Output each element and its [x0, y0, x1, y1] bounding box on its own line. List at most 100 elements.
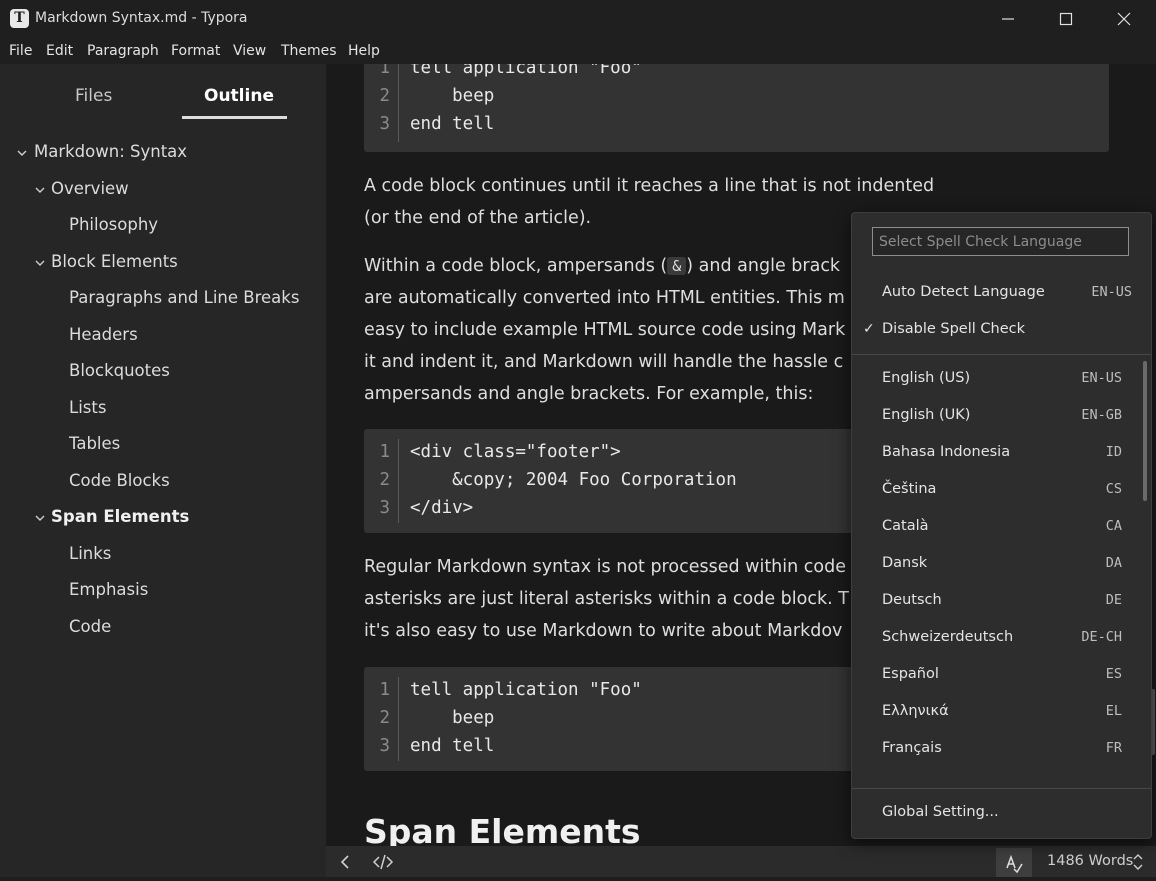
paragraph-line: ampersands and angle brackets. For examp…	[364, 384, 814, 404]
paragraph-line: Regular Markdown syntax is not processed…	[364, 557, 846, 577]
menu-paragraph[interactable]: Paragraph	[87, 43, 159, 59]
tab-outline[interactable]: Outline	[204, 86, 274, 106]
tab-files[interactable]: Files	[75, 86, 112, 106]
outline-item-headers[interactable]: Headers	[69, 325, 138, 344]
menu-format[interactable]: Format	[171, 43, 220, 59]
outline-item-overview[interactable]: Overview	[51, 179, 129, 198]
outline-item-block-elements[interactable]: Block Elements	[51, 252, 178, 271]
outline-item-philosophy[interactable]: Philosophy	[69, 215, 158, 234]
language-item-ca[interactable]: Català CA	[852, 510, 1151, 547]
menu-view[interactable]: View	[233, 43, 266, 59]
line-number: 2	[379, 708, 390, 728]
minimize-button[interactable]	[979, 0, 1037, 38]
outline-item-paragraphs[interactable]: Paragraphs and Line Breaks	[69, 288, 299, 307]
maximize-button[interactable]	[1037, 0, 1095, 38]
menu-divider	[852, 788, 1151, 789]
language-label: Deutsch	[882, 592, 942, 608]
language-item-es[interactable]: Español ES	[852, 658, 1151, 695]
code-line: beep	[410, 86, 495, 106]
close-button[interactable]	[1095, 0, 1153, 38]
menu-divider	[852, 354, 1151, 355]
chevron-down-icon[interactable]	[35, 258, 45, 268]
outline-item-blockquotes[interactable]: Blockquotes	[69, 361, 170, 380]
language-item-fr[interactable]: Français FR	[852, 732, 1151, 769]
outline-item-emphasis[interactable]: Emphasis	[69, 580, 148, 599]
language-label: Schweizerdeutsch	[882, 629, 1014, 645]
line-number: 2	[379, 86, 390, 106]
language-item-id[interactable]: Bahasa Indonesia ID	[852, 436, 1151, 473]
paragraph-line: (or the end of the article).	[364, 208, 592, 228]
maximize-icon	[1059, 12, 1073, 26]
line-number: 3	[379, 736, 390, 756]
active-tab-indicator	[182, 116, 287, 119]
line-number: 1	[379, 680, 390, 700]
source-code-icon[interactable]	[372, 846, 394, 877]
language-label: Español	[882, 666, 939, 682]
close-icon	[1117, 12, 1131, 26]
language-label: Français	[882, 740, 942, 756]
language-item-en-gb[interactable]: English (UK) EN-GB	[852, 399, 1151, 436]
paragraph-line: it's also easy to use Markdown to write …	[364, 621, 843, 641]
language-code: DA	[1105, 555, 1122, 571]
menu-item-disable-spellcheck[interactable]: ✓ Disable Spell Check	[852, 313, 1151, 350]
chevron-down-icon[interactable]	[17, 148, 27, 158]
line-number: 2	[379, 470, 390, 490]
code-line: tell application "Foo"	[410, 680, 642, 700]
language-item-de[interactable]: Deutsch DE	[852, 584, 1151, 621]
language-item-en-us[interactable]: English (US) EN-US	[852, 362, 1151, 399]
code-line: <div class="footer">	[410, 442, 621, 462]
outline-item-markdown-syntax[interactable]: Markdown: Syntax	[34, 142, 187, 161]
language-code: DE	[1105, 592, 1122, 608]
sidebar: Files Outline Markdown: Syntax Overview …	[0, 64, 326, 877]
inline-code: &	[667, 257, 687, 275]
menu-item-label: Disable Spell Check	[882, 321, 1025, 337]
language-code: CA	[1105, 518, 1122, 534]
language-label: Čeština	[882, 481, 937, 497]
language-code: EN-US	[1081, 370, 1122, 386]
menu-themes[interactable]: Themes	[281, 43, 337, 59]
outline-item-code-blocks[interactable]: Code Blocks	[69, 471, 170, 490]
outline-item-code[interactable]: Code	[69, 617, 111, 636]
language-search-input[interactable]	[872, 227, 1129, 256]
code-line: tell application "Foo"	[410, 64, 642, 78]
line-number: 1	[379, 64, 390, 78]
language-list-scrollbar[interactable]	[1143, 361, 1147, 501]
code-line: &copy; 2004 Foo Corporation	[410, 470, 737, 490]
outline-item-tables[interactable]: Tables	[69, 434, 120, 453]
spellcheck-button[interactable]	[996, 848, 1032, 877]
language-label: Català	[882, 518, 929, 534]
word-count[interactable]: 1486 Words	[1047, 853, 1133, 869]
code-block[interactable]: 1 2 3 tell application "Foo" beep end te…	[364, 64, 1109, 152]
outline-item-span-elements[interactable]: Span Elements	[51, 507, 189, 526]
language-item-cs[interactable]: Čeština CS	[852, 473, 1151, 510]
spellcheck-language-menu: Auto Detect Language EN-US ✓ Disable Spe…	[851, 212, 1152, 839]
minimize-icon	[1002, 18, 1014, 20]
chevron-down-icon[interactable]	[35, 185, 45, 195]
code-line: </div>	[410, 498, 474, 518]
language-code: CS	[1105, 481, 1122, 497]
menu-edit[interactable]: Edit	[46, 43, 73, 59]
menu-help[interactable]: Help	[348, 43, 380, 59]
menu-item-global-setting[interactable]: Global Setting...	[852, 796, 1151, 833]
line-number: 1	[379, 442, 390, 462]
language-label: Bahasa Indonesia	[882, 444, 1011, 460]
window-title: Markdown Syntax.md - Typora	[35, 10, 248, 26]
language-item-da[interactable]: Dansk DA	[852, 547, 1151, 584]
language-code: EN-GB	[1081, 407, 1122, 423]
language-item-el[interactable]: Ελληνικά EL	[852, 695, 1151, 732]
language-item-de-ch[interactable]: Schweizerdeutsch DE-CH	[852, 621, 1151, 658]
code-line: beep	[410, 708, 495, 728]
language-code: DE-CH	[1081, 629, 1122, 645]
language-code: EN-US	[1091, 284, 1132, 300]
menu-item-auto-detect[interactable]: Auto Detect Language EN-US	[852, 276, 1151, 313]
menu-file[interactable]: File	[9, 43, 32, 59]
updown-chevron-icon[interactable]	[1132, 846, 1144, 877]
heading-span-elements: Span Elements	[364, 812, 641, 846]
language-code: EL	[1105, 703, 1122, 719]
checkmark-icon: ✓	[863, 321, 875, 337]
chevron-down-icon[interactable]	[35, 513, 45, 523]
status-bar: 1486 Words	[326, 846, 1156, 877]
outline-item-lists[interactable]: Lists	[69, 398, 106, 417]
outline-item-links[interactable]: Links	[69, 544, 111, 563]
chevron-left-icon[interactable]	[338, 846, 352, 877]
